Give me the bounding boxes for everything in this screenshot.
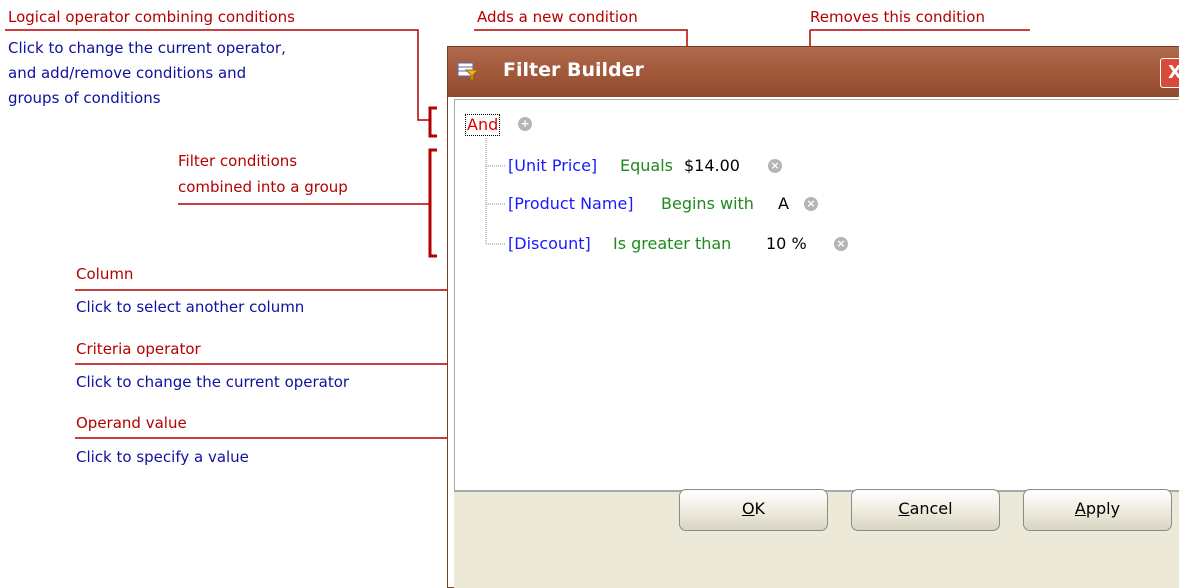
remove-condition-3-icon[interactable]: × [834, 237, 848, 251]
close-button[interactable]: X [1160, 58, 1179, 88]
ok-label-rest: K [754, 499, 766, 518]
annotation-column-title: Column [76, 265, 134, 283]
condition-2-operator[interactable]: Begins with [661, 194, 754, 214]
annotation-group-line-1: Filter conditions [178, 152, 298, 170]
condition-3-column[interactable]: [Discount] [508, 234, 591, 254]
cancel-mnemonic: C [898, 499, 910, 518]
apply-button[interactable]: Apply [1023, 489, 1172, 531]
annotation-criteria-title: Criteria operator [76, 340, 201, 358]
apply-label-rest: pply [1085, 499, 1121, 518]
annotation-group-line-2: combined into a group [178, 178, 348, 196]
add-condition-icon[interactable]: + [518, 117, 532, 131]
window-title: Filter Builder [503, 59, 644, 81]
condition-3-operator[interactable]: Is greater than [613, 234, 731, 254]
annotation-remove-condition: Removes this condition [810, 8, 985, 26]
condition-1-operator[interactable]: Equals [620, 156, 673, 176]
ok-mnemonic: O [741, 499, 755, 518]
condition-1-column[interactable]: [Unit Price] [508, 156, 597, 176]
annotation-add-condition: Adds a new condition [477, 8, 638, 26]
cancel-label-rest: ancel [909, 499, 953, 518]
condition-2-column[interactable]: [Product Name] [508, 194, 634, 214]
condition-3-value[interactable]: 10 % [766, 234, 807, 254]
remove-condition-2-icon[interactable]: × [804, 197, 818, 211]
condition-1-value[interactable]: $14.00 [684, 156, 740, 176]
cancel-button[interactable]: Cancel [851, 489, 1000, 531]
window-titlebar: Filter Builder X [448, 47, 1179, 97]
apply-mnemonic: A [1074, 499, 1086, 518]
filter-builder-icon [457, 62, 479, 81]
annotation-column-desc: Click to select another column [76, 298, 305, 316]
annotation-criteria-desc: Click to change the current operator [76, 373, 350, 391]
annotation-logical-operator-desc-1: Click to change the current operator, [8, 39, 286, 57]
condition-2-value[interactable]: A [778, 194, 789, 214]
annotation-operand-title: Operand value [76, 414, 187, 432]
remove-condition-1-icon[interactable]: × [768, 159, 782, 173]
annotation-operand-desc: Click to specify a value [76, 448, 249, 466]
annotation-logical-operator-desc-3: groups of conditions [8, 89, 161, 107]
group-operator[interactable]: And [465, 114, 501, 136]
ok-button[interactable]: OK [679, 489, 828, 531]
annotation-logical-operator-desc-2: and add/remove conditions and [8, 64, 247, 82]
annotation-logical-operator-title: Logical operator combining conditions [8, 8, 295, 26]
